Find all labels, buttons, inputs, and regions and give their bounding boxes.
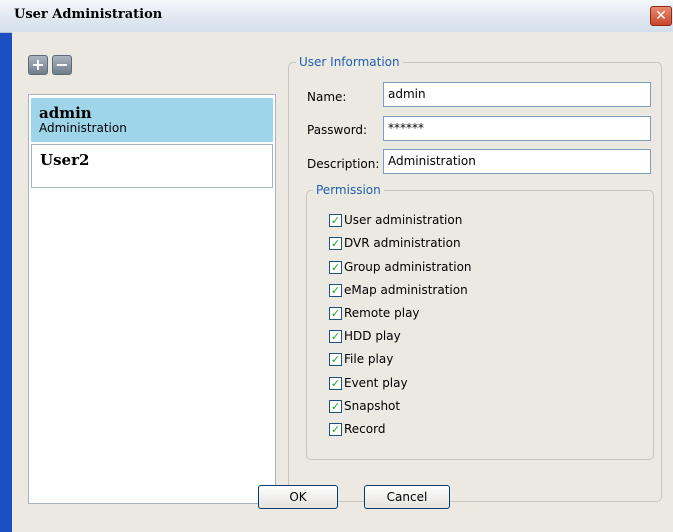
checkbox-checked-icon[interactable]: ✓ <box>329 237 342 250</box>
user-name: User2 <box>40 151 90 169</box>
description-value: Administration <box>388 154 476 168</box>
permission-label: Record <box>344 422 386 436</box>
checkbox-checked-icon[interactable]: ✓ <box>329 284 342 297</box>
user-name: admin <box>39 104 92 122</box>
checkbox-checked-icon[interactable]: ✓ <box>329 353 342 366</box>
permission-label: Group administration <box>344 260 472 274</box>
checkbox-checked-icon[interactable]: ✓ <box>329 377 342 390</box>
description-field[interactable]: Administration <box>383 149 651 174</box>
password-field[interactable]: ****** <box>383 116 651 141</box>
checkbox-checked-icon[interactable]: ✓ <box>329 307 342 320</box>
permission-label: User administration <box>344 213 463 227</box>
user-information-legend: User Information <box>296 55 403 69</box>
ok-button[interactable]: OK <box>258 485 338 509</box>
name-label: Name: <box>307 90 347 104</box>
close-button[interactable]: ✕ <box>650 6 672 26</box>
cancel-button[interactable]: Cancel <box>364 485 450 509</box>
cancel-button-label: Cancel <box>386 490 428 504</box>
name-field[interactable]: admin <box>383 82 651 107</box>
permission-label: eMap administration <box>344 283 468 297</box>
user-description: Administration <box>39 121 127 135</box>
description-label: Description: <box>307 157 380 171</box>
add-user-button[interactable]: + <box>28 55 48 75</box>
checkbox-checked-icon[interactable]: ✓ <box>329 261 342 274</box>
permission-legend: Permission <box>313 183 384 197</box>
dialog-window: User Administration ✕ + − admin Administ… <box>0 0 673 532</box>
close-icon: ✕ <box>655 8 667 24</box>
permission-group <box>306 190 654 460</box>
ok-button-label: OK <box>289 490 307 504</box>
password-label: Password: <box>307 123 368 137</box>
permission-label: HDD play <box>344 329 401 343</box>
permission-label: File play <box>344 352 394 366</box>
checkbox-checked-icon[interactable]: ✓ <box>329 423 342 436</box>
plus-icon: + <box>31 55 45 74</box>
title-bar[interactable]: User Administration ✕ <box>0 0 673 33</box>
permission-label: Event play <box>344 376 408 390</box>
checkbox-checked-icon[interactable]: ✓ <box>329 330 342 343</box>
user-list-item-user2[interactable]: User2 <box>31 144 273 188</box>
minus-icon: − <box>55 55 69 74</box>
checkbox-checked-icon[interactable]: ✓ <box>329 400 342 413</box>
permission-label: DVR administration <box>344 236 461 250</box>
window-title: User Administration <box>14 7 163 22</box>
dialog-body: + − admin Administration User2 User Info… <box>12 32 673 532</box>
remove-user-button[interactable]: − <box>52 55 72 75</box>
checkbox-checked-icon[interactable]: ✓ <box>329 214 342 227</box>
permission-label: Remote play <box>344 306 420 320</box>
password-value: ****** <box>388 121 424 135</box>
user-list[interactable]: admin Administration User2 <box>28 94 276 504</box>
permission-label: Snapshot <box>344 399 401 413</box>
name-value: admin <box>388 87 426 101</box>
user-list-item-admin[interactable]: admin Administration <box>31 98 273 142</box>
